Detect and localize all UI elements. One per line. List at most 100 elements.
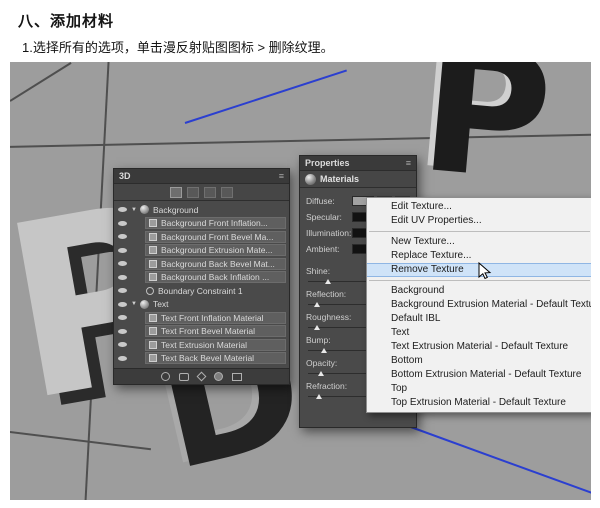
materials-tab[interactable]: Materials xyxy=(300,171,416,188)
menu-item-text-extrusion-material-default-texture[interactable]: Text Extrusion Material - Default Textur… xyxy=(367,340,591,354)
material-label: Text Extrusion Material xyxy=(161,340,247,350)
3d-panel-header: 3D ≡ xyxy=(114,169,289,184)
3d-group-row[interactable]: ▼ Text xyxy=(114,298,289,312)
visibility-eye-icon[interactable] xyxy=(118,342,127,347)
slider-handle[interactable] xyxy=(325,279,331,284)
visibility-eye-icon[interactable] xyxy=(118,356,127,361)
3d-panel-toolbar xyxy=(114,368,289,384)
visibility-eye-icon[interactable] xyxy=(118,302,127,307)
material-row-highlight[interactable]: Background Front Bevel Ma... xyxy=(145,231,286,243)
delete-icon[interactable] xyxy=(232,373,242,381)
chevron-down-icon[interactable]: ▼ xyxy=(131,207,137,213)
cursor-icon xyxy=(478,262,492,281)
grid-line xyxy=(10,62,72,102)
visibility-eye-icon[interactable] xyxy=(118,261,127,266)
menu-item-bottom-extrusion-material-default-texture[interactable]: Bottom Extrusion Material - Default Text… xyxy=(367,368,591,382)
constraint-icon xyxy=(146,287,154,295)
step-instruction: 1.选择所有的选项，单击漫反射贴图图标 > 删除纹理。 xyxy=(22,37,334,56)
3d-material-row[interactable]: Background Front Inflation... xyxy=(114,217,289,231)
slider-handle[interactable] xyxy=(314,325,320,330)
panel-menu-icon[interactable]: ≡ xyxy=(279,171,284,181)
material-row-highlight[interactable]: Text Extrusion Material xyxy=(145,339,286,351)
material-row-highlight[interactable]: Background Back Bevel Mat... xyxy=(145,258,286,270)
material-row-highlight[interactable]: Background Extrusion Mate... xyxy=(145,244,286,256)
visibility-eye-icon[interactable] xyxy=(118,315,127,320)
3d-material-row[interactable]: Background Back Bevel Mat... xyxy=(114,257,289,271)
menu-item-background-extrusion-material-default-texture[interactable]: Background Extrusion Material - Default … xyxy=(367,298,591,312)
3d-filter-bar xyxy=(114,184,289,201)
panel-menu-icon[interactable]: ≡ xyxy=(406,158,411,168)
material-label: Text Front Bevel Material xyxy=(161,326,255,336)
texture-badge-icon xyxy=(149,354,157,362)
3d-material-row[interactable]: Text Extrusion Material xyxy=(114,338,289,352)
3d-material-row[interactable]: Text Back Bevel Material xyxy=(114,352,289,366)
3d-material-row[interactable]: Text Front Inflation Material xyxy=(114,311,289,325)
materials-tab-label: Materials xyxy=(320,174,359,184)
menu-item-default-ibl[interactable]: Default IBL xyxy=(367,312,591,326)
texture-context-menu: Edit Texture...Edit UV Properties... New … xyxy=(366,197,591,413)
menu-item-new-texture[interactable]: New Texture... xyxy=(367,235,591,249)
slider-handle[interactable] xyxy=(316,394,322,399)
menu-item-edit-uv-properties[interactable]: Edit UV Properties... xyxy=(367,214,591,228)
menu-item-replace-texture[interactable]: Replace Texture... xyxy=(367,249,591,263)
texture-badge-icon xyxy=(149,273,157,281)
texture-badge-icon xyxy=(149,246,157,254)
axis-line-blue xyxy=(185,70,347,124)
slider-label: Bump: xyxy=(306,335,331,345)
3d-constraint-row[interactable]: Boundary Constraint 1 xyxy=(114,284,289,298)
material-label: Text Front Inflation Material xyxy=(161,313,264,323)
3d-material-row[interactable]: Background Extrusion Mate... xyxy=(114,244,289,258)
map-label: Specular: xyxy=(306,212,352,222)
material-label: Background Back Inflation ... xyxy=(161,272,269,282)
visibility-eye-icon[interactable] xyxy=(118,288,127,293)
material-row-highlight[interactable]: Text Front Inflation Material xyxy=(145,312,286,324)
menu-separator xyxy=(369,231,590,232)
properties-panel-title: Properties xyxy=(305,158,350,168)
material-row-highlight[interactable]: Text Front Bevel Material xyxy=(145,325,286,337)
material-row-highlight[interactable]: Text Back Bevel Material xyxy=(145,352,286,364)
3d-material-row[interactable]: Background Front Bevel Ma... xyxy=(114,230,289,244)
filter-lights-icon[interactable] xyxy=(221,187,233,198)
chevron-down-icon[interactable]: ▼ xyxy=(131,301,137,307)
slider-label: Roughness: xyxy=(306,312,351,322)
menu-item-background[interactable]: Background xyxy=(367,284,591,298)
material-row-highlight[interactable]: Background Front Inflation... xyxy=(145,217,286,229)
menu-item-bottom[interactable]: Bottom xyxy=(367,354,591,368)
material-label: Background Back Bevel Mat... xyxy=(161,259,275,269)
menu-item-text[interactable]: Text xyxy=(367,326,591,340)
visibility-eye-icon[interactable] xyxy=(118,275,127,280)
ibl-icon[interactable] xyxy=(214,372,223,381)
photoshop-3d-viewport[interactable]: P P D 3D ≡ ▼ Background Background Front… xyxy=(10,62,591,500)
slider-label: Shine: xyxy=(306,266,330,276)
scene-globe-icon[interactable] xyxy=(161,372,170,381)
texture-badge-icon xyxy=(149,260,157,268)
menu-item-top[interactable]: Top xyxy=(367,382,591,396)
texture-badge-icon xyxy=(149,219,157,227)
light-icon[interactable] xyxy=(197,372,207,382)
axis-line-blue xyxy=(408,425,591,494)
camera-icon[interactable] xyxy=(179,373,189,381)
visibility-eye-icon[interactable] xyxy=(118,329,127,334)
menu-item-top-extrusion-material-default-texture[interactable]: Top Extrusion Material - Default Texture xyxy=(367,396,591,410)
material-row-highlight[interactable]: Background Back Inflation ... xyxy=(145,271,286,283)
3d-group-row[interactable]: ▼ Background xyxy=(114,203,289,217)
3d-panel: 3D ≡ ▼ Background Background Front Infla… xyxy=(113,168,290,385)
visibility-eye-icon[interactable] xyxy=(118,221,127,226)
slider-handle[interactable] xyxy=(318,371,324,376)
filter-meshes-icon[interactable] xyxy=(187,187,199,198)
material-label: Background Front Inflation... xyxy=(161,218,268,228)
filter-whole-scene-icon[interactable] xyxy=(170,187,182,198)
material-sphere-icon xyxy=(305,174,316,185)
slider-label: Reflection: xyxy=(306,289,346,299)
visibility-eye-icon[interactable] xyxy=(118,207,127,212)
properties-panel-header: Properties ≡ xyxy=(300,156,416,171)
3d-material-row[interactable]: Background Back Inflation ... xyxy=(114,271,289,285)
slider-handle[interactable] xyxy=(314,302,320,307)
slider-label: Refraction: xyxy=(306,381,347,391)
visibility-eye-icon[interactable] xyxy=(118,234,127,239)
slider-handle[interactable] xyxy=(321,348,327,353)
menu-item-edit-texture[interactable]: Edit Texture... xyxy=(367,200,591,214)
visibility-eye-icon[interactable] xyxy=(118,248,127,253)
3d-material-row[interactable]: Text Front Bevel Material xyxy=(114,325,289,339)
filter-materials-icon[interactable] xyxy=(204,187,216,198)
